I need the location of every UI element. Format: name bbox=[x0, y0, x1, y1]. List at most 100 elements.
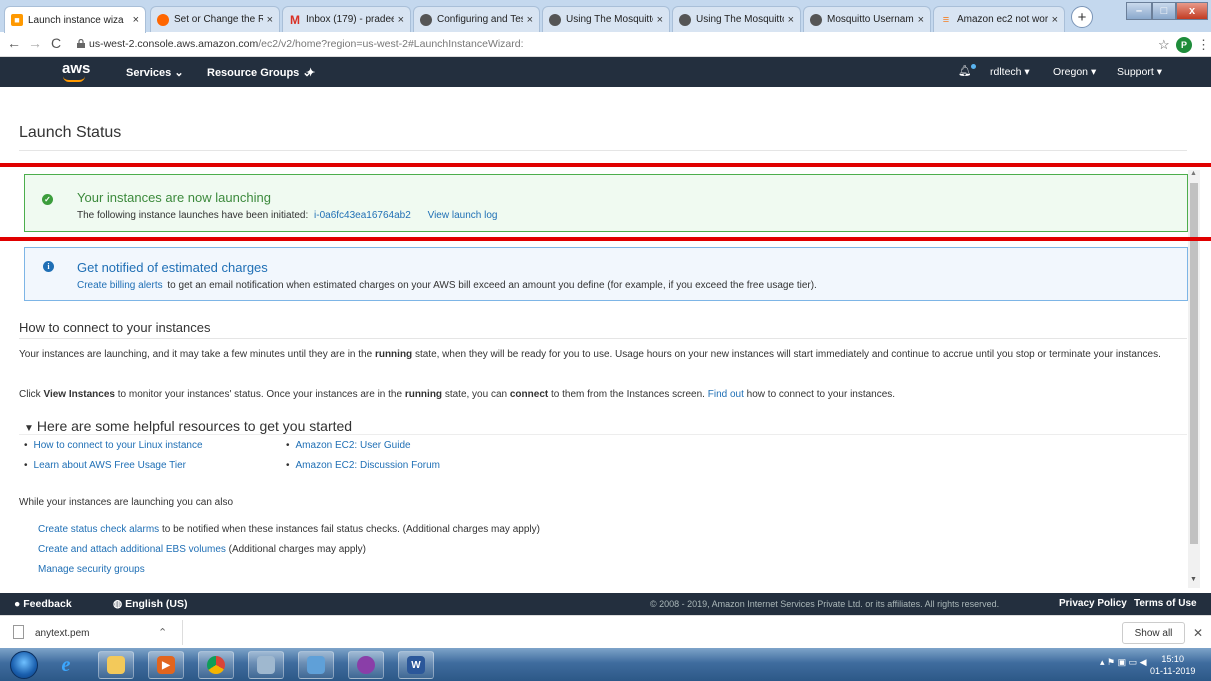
resource-groups-menu[interactable]: Resource Groups ⌄ bbox=[207, 66, 312, 79]
forward-icon[interactable]: → bbox=[25, 35, 45, 51]
url-path: /ec2/v2/home?region=us-west-2#LaunchInst… bbox=[258, 38, 524, 50]
tab-close-icon[interactable]: × bbox=[527, 14, 533, 26]
manage-security-groups-link[interactable]: Manage security groups bbox=[38, 564, 145, 575]
file-icon bbox=[13, 625, 24, 639]
also-item-text: (Additional charges may apply) bbox=[225, 544, 366, 555]
chrome-taskbar-button[interactable] bbox=[198, 651, 234, 679]
url-field[interactable]: us-west-2.console.aws.amazon.com/ec2/v2/… bbox=[89, 38, 524, 50]
feedback-button[interactable]: ● Feedback bbox=[14, 598, 72, 610]
tab-close-icon[interactable]: × bbox=[788, 14, 794, 26]
aws-top-nav: aws Services ⌄ Resource Groups ⌄ ✦ 🔔︎ rd… bbox=[0, 57, 1211, 87]
tool-icon bbox=[257, 656, 275, 674]
lock-icon bbox=[77, 39, 85, 48]
pin-icon[interactable]: ✦ bbox=[306, 66, 315, 79]
p2-view-instances: View Instances bbox=[43, 389, 115, 400]
tab-title: Using The Mosquitto bbox=[566, 14, 653, 25]
resource-link-free-tier[interactable]: • Learn about AWS Free Usage Tier bbox=[24, 460, 186, 471]
clock[interactable]: 15:10 01-11-2019 bbox=[1150, 653, 1195, 677]
tab-mosquitto-1[interactable]: Using The Mosquitto × bbox=[542, 6, 670, 32]
tab-close-icon[interactable]: × bbox=[398, 14, 404, 26]
tab-close-icon[interactable]: × bbox=[267, 14, 273, 26]
system-tray[interactable]: ▴ ⚑ ▣ ▭ ◀ bbox=[1100, 657, 1147, 668]
network-icon bbox=[307, 656, 325, 674]
tab-configuring[interactable]: Configuring and Testi × bbox=[413, 6, 540, 32]
close-window-button[interactable]: x bbox=[1176, 2, 1208, 20]
tab-close-icon[interactable]: × bbox=[133, 14, 139, 26]
start-button[interactable] bbox=[10, 651, 38, 679]
tab-close-icon[interactable]: × bbox=[657, 14, 663, 26]
globe-icon bbox=[810, 13, 822, 26]
gmail-icon: M bbox=[290, 12, 300, 27]
page-title: Launch Status bbox=[19, 124, 122, 141]
info-heading: Get notified of estimated charges bbox=[77, 260, 268, 275]
view-launch-log-link[interactable]: View launch log bbox=[428, 210, 498, 221]
services-menu[interactable]: Services ⌄ bbox=[126, 66, 184, 79]
resource-link-linux[interactable]: • How to connect to your Linux instance bbox=[24, 440, 203, 451]
aws-footer: ● Feedback ◍ English (US) © 2008 - 2019,… bbox=[0, 593, 1211, 615]
user-menu[interactable]: rdltech ▾ bbox=[990, 66, 1030, 78]
create-ebs-volumes-link[interactable]: Create and attach additional EBS volumes bbox=[38, 544, 226, 555]
show-all-button[interactable]: Show all bbox=[1122, 622, 1185, 644]
resource-link-text: Amazon EC2: Discussion Forum bbox=[295, 460, 441, 471]
tool-taskbar-button[interactable] bbox=[248, 651, 284, 679]
explorer-taskbar-button[interactable] bbox=[98, 651, 134, 679]
close-shelf-icon[interactable]: ✕ bbox=[1193, 626, 1203, 640]
info-icon: i bbox=[43, 261, 54, 272]
globe-icon bbox=[549, 13, 561, 26]
tab-inbox[interactable]: M Inbox (179) - pradee × bbox=[282, 6, 411, 32]
network-taskbar-button[interactable] bbox=[298, 651, 334, 679]
tab-mosquitto-username[interactable]: Mosquitto Usernam × bbox=[803, 6, 931, 32]
region-menu[interactable]: Oregon ▾ bbox=[1053, 66, 1096, 78]
reload-icon[interactable]: C bbox=[46, 35, 66, 51]
tab-title: Using The Mosquitto bbox=[696, 14, 784, 25]
scroll-up-icon[interactable]: ▲ bbox=[1190, 170, 1197, 177]
maximize-button[interactable]: □ bbox=[1152, 2, 1176, 20]
language-selector[interactable]: ◍ English (US) bbox=[113, 598, 188, 610]
tab-close-icon[interactable]: × bbox=[1052, 14, 1058, 26]
globe-icon bbox=[679, 13, 691, 26]
terms-of-use-link[interactable]: Terms of Use bbox=[1134, 598, 1197, 609]
bookmark-star-icon[interactable]: ☆ bbox=[1158, 37, 1170, 53]
bell-icon[interactable]: 🔔︎ bbox=[958, 64, 977, 77]
aws-logo[interactable]: aws bbox=[62, 60, 90, 82]
resource-link-user-guide[interactable]: • Amazon EC2: User Guide bbox=[286, 440, 411, 451]
also-item-security: Manage security groups bbox=[38, 564, 145, 575]
globe-icon: ◍ bbox=[113, 598, 123, 610]
stackoverflow-icon: ≡ bbox=[942, 13, 950, 26]
privacy-policy-link[interactable]: Privacy Policy bbox=[1059, 598, 1127, 609]
p2-connect: connect bbox=[509, 389, 549, 400]
word-taskbar-button[interactable]: W bbox=[398, 651, 434, 679]
scroll-down-icon[interactable]: ▼ bbox=[1190, 576, 1197, 583]
create-billing-alerts-link[interactable]: Create billing alerts bbox=[77, 280, 163, 291]
services-label: Services bbox=[126, 67, 172, 79]
resources-toggle[interactable]: ▼ Here are some helpful resources to get … bbox=[24, 418, 352, 434]
profile-avatar[interactable]: P bbox=[1176, 37, 1192, 53]
support-menu[interactable]: Support ▾ bbox=[1117, 66, 1162, 78]
find-out-link[interactable]: Find out bbox=[708, 389, 744, 400]
tab-mosquitto-2[interactable]: Using The Mosquitto × bbox=[672, 6, 801, 32]
mqtt-taskbar-button[interactable] bbox=[348, 651, 384, 679]
media-taskbar-button[interactable]: ▶ bbox=[148, 651, 184, 679]
tab-close-icon[interactable]: × bbox=[918, 14, 924, 26]
minimize-button[interactable]: – bbox=[1126, 2, 1152, 20]
download-filename[interactable]: anytext.pem bbox=[35, 628, 89, 639]
back-icon[interactable]: ← bbox=[4, 35, 24, 51]
chevron-up-icon[interactable]: ⌃ bbox=[158, 626, 167, 639]
also-item-ebs: Create and attach additional EBS volumes… bbox=[38, 544, 366, 555]
tab-set-or-change[interactable]: Set or Change the Ro × bbox=[150, 6, 280, 32]
p1-text-c: state, when they will be ready for you t… bbox=[412, 349, 1161, 360]
mqtt-icon bbox=[357, 656, 375, 674]
new-tab-button[interactable]: + bbox=[1071, 6, 1093, 28]
caret-down-icon: ▼ bbox=[24, 423, 34, 434]
ie-taskbar-button[interactable]: e bbox=[48, 651, 84, 679]
address-bar: ← → C us-west-2.console.aws.amazon.com/e… bbox=[0, 32, 1211, 57]
divider bbox=[19, 434, 1187, 435]
scrollbar-thumb[interactable] bbox=[1190, 183, 1198, 544]
tab-launch-instance[interactable]: ■ Launch instance wiza × bbox=[4, 6, 146, 33]
create-status-alarms-link[interactable]: Create status check alarms bbox=[38, 524, 159, 535]
media-icon: ▶ bbox=[157, 656, 175, 674]
tab-amazon-ec2[interactable]: ≡ Amazon ec2 not wor × bbox=[933, 6, 1065, 32]
resource-link-forum[interactable]: • Amazon EC2: Discussion Forum bbox=[286, 460, 440, 471]
browser-menu-icon[interactable]: ⋮ bbox=[1197, 37, 1210, 53]
instance-id-link[interactable]: i-0a6fc43ea16764ab2 bbox=[314, 210, 411, 221]
